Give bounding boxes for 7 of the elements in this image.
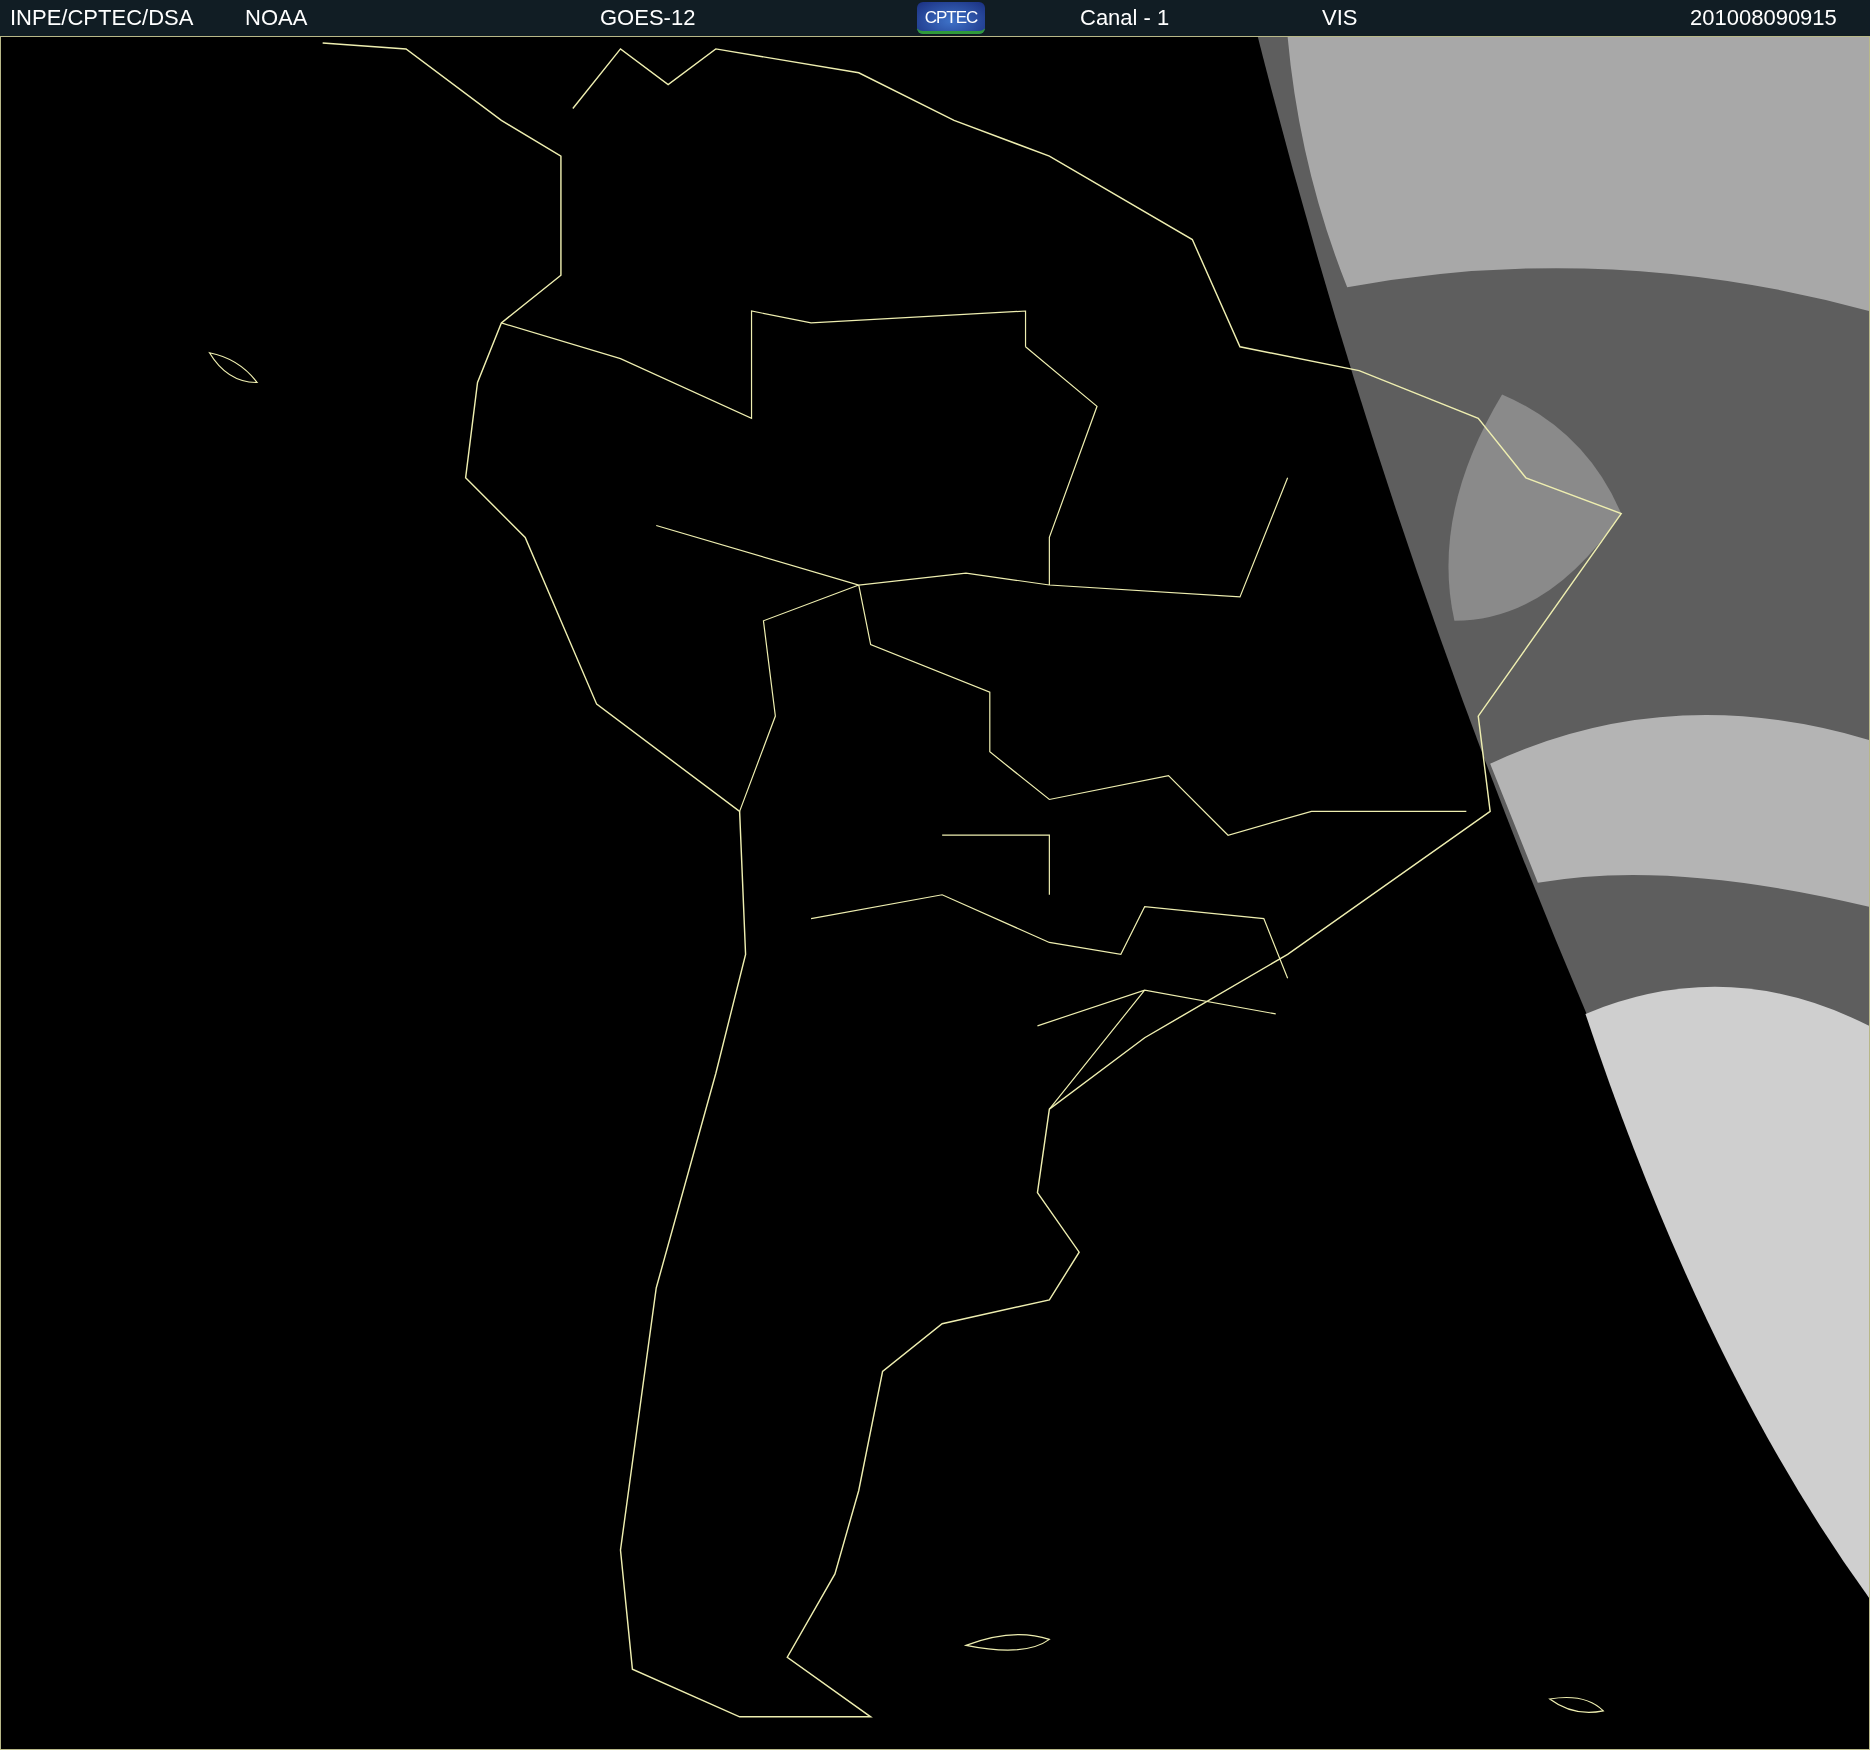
- header-label: NOAA: [245, 5, 308, 30]
- header-label: VIS: [1322, 5, 1358, 30]
- header-label: Canal - 1: [1080, 5, 1170, 30]
- logo: CPTEC: [917, 2, 985, 34]
- header-label: 201008090915: [1690, 5, 1837, 30]
- header-label: GOES-12: [600, 5, 696, 30]
- header-label: INPE/CPTEC/DSA: [10, 5, 194, 30]
